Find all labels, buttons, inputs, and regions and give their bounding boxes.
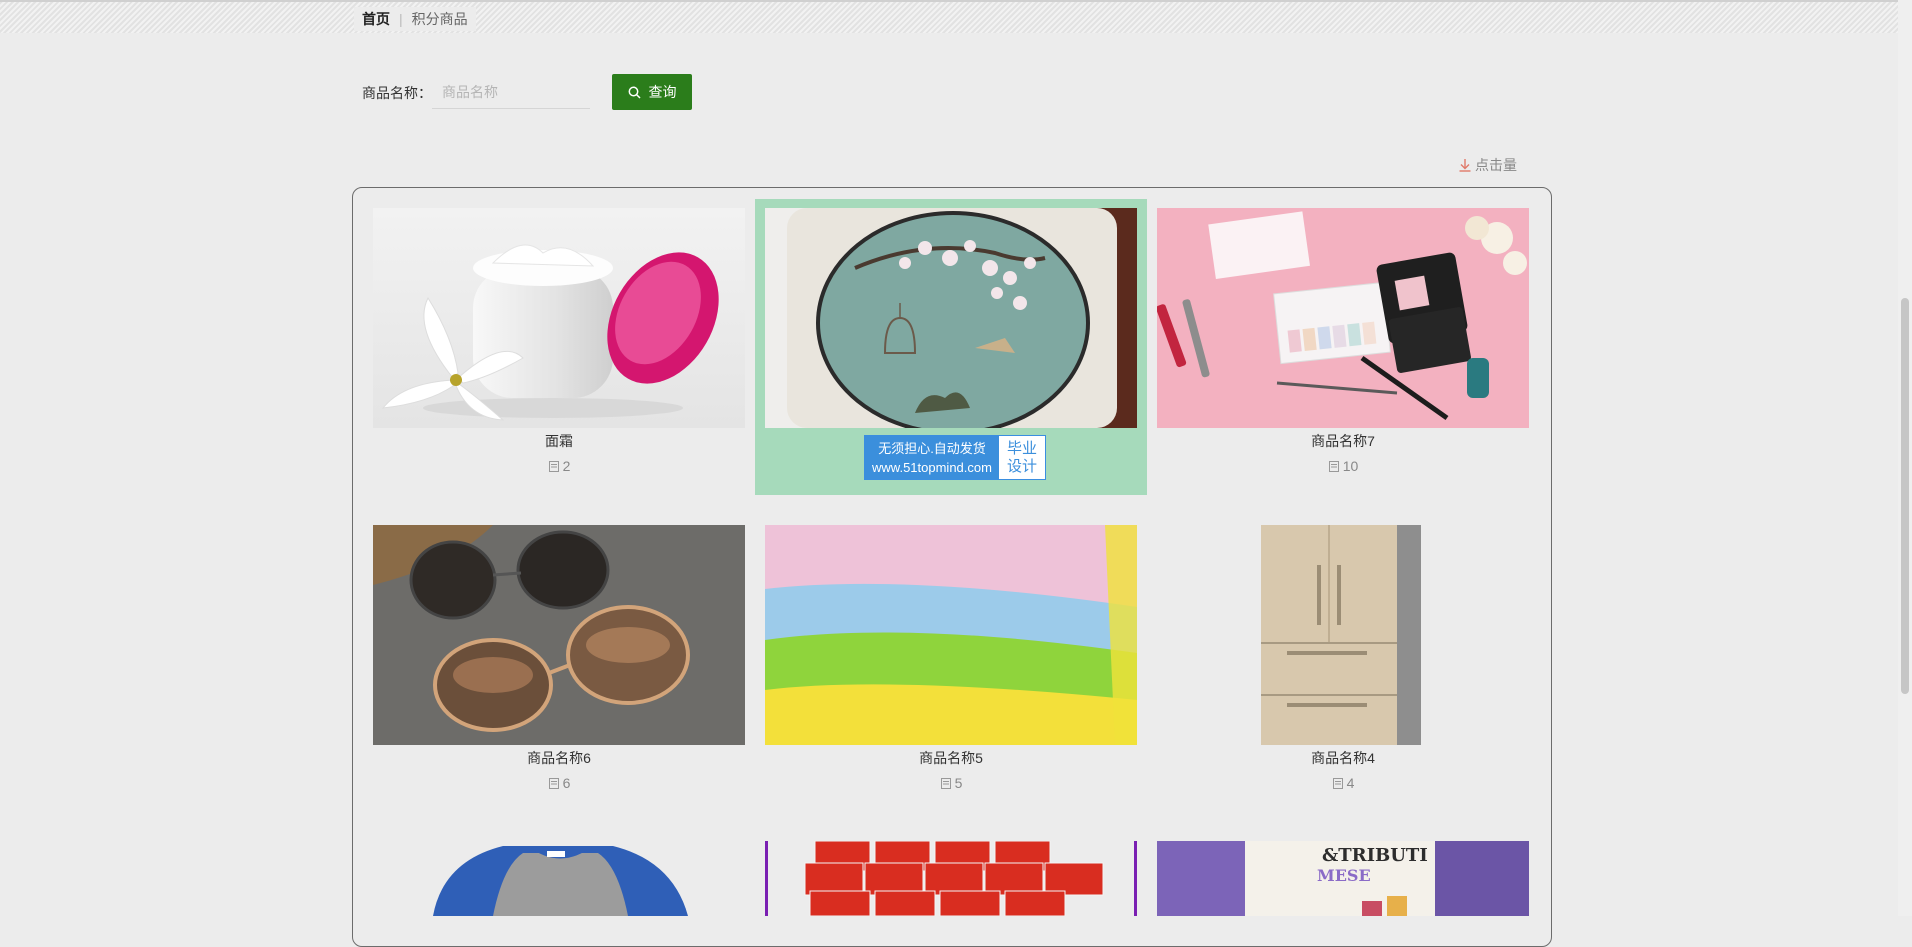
download-arrow-icon — [1458, 158, 1472, 172]
click-count-value: 10 — [1342, 458, 1359, 474]
search-input[interactable] — [432, 75, 590, 109]
product-name: 商品名称4 — [1311, 750, 1375, 766]
clicks-icon — [940, 777, 953, 790]
promo-text: 无须担心.自动发货 www.51topmind.com — [865, 436, 999, 479]
breadcrumb-current: 积分商品 — [411, 11, 468, 27]
magazine-title: &TRIBUTI — [1322, 845, 1428, 866]
clicks-icon — [1328, 460, 1341, 473]
clicks-icon — [548, 460, 561, 473]
search-label: 商品名称： — [362, 85, 432, 101]
click-count: 4 — [1157, 775, 1529, 791]
product-image-magazine[interactable]: &TRIBUTI MESE — [1157, 841, 1529, 916]
product-name: 商品名称6 — [527, 750, 591, 766]
clicks-icon — [548, 777, 561, 790]
click-count: 5 — [765, 775, 1137, 791]
page-scrollbar[interactable] — [1898, 0, 1912, 916]
product-image-refrigerator[interactable] — [1157, 525, 1529, 745]
product-image-makeup[interactable] — [1157, 208, 1529, 428]
product-name: 面霜 — [545, 433, 573, 449]
click-count-value: 6 — [562, 775, 571, 791]
top-strip — [0, 0, 1912, 33]
product-image-towels[interactable] — [765, 525, 1137, 745]
clicks-icon — [1332, 777, 1345, 790]
breadcrumb-home-link[interactable]: 首页 — [362, 9, 390, 29]
click-count-value: 4 — [1346, 775, 1355, 791]
product-image-sunglasses[interactable] — [373, 525, 745, 745]
breadcrumb-separator: | — [399, 11, 403, 27]
promo-line1: 无须担心.自动发货 — [878, 440, 986, 456]
click-count: 6 — [373, 775, 745, 791]
sort-label: 点击量 — [1475, 157, 1517, 173]
promo-banner[interactable]: 无须担心.自动发货 www.51topmind.com 毕业 设计 — [864, 435, 1046, 480]
click-count: 2 — [373, 458, 745, 474]
click-count-value: 5 — [954, 775, 963, 791]
click-count-value: 2 — [562, 458, 571, 474]
product-name: 商品名称7 — [1311, 433, 1375, 449]
promo-url: www.51topmind.com — [872, 459, 992, 475]
click-count: 10 — [1157, 458, 1529, 474]
product-image-shirt[interactable] — [373, 841, 745, 916]
scrollbar-thumb[interactable] — [1901, 298, 1909, 694]
breadcrumb: 首页 | 积分商品 — [354, 7, 476, 31]
product-image-wangzai[interactable] — [765, 841, 1137, 916]
sort-by-clicks-button[interactable]: 点击量 — [1458, 155, 1517, 175]
product-name: 商品名称5 — [919, 750, 983, 766]
product-image-cream[interactable] — [373, 208, 745, 428]
product-image-cushion[interactable] — [765, 208, 1137, 428]
search-button[interactable]: 查询 — [612, 74, 692, 110]
search-button-label: 查询 — [648, 84, 677, 100]
promo-badge-line1: 毕业 — [1006, 439, 1037, 457]
promo-badge: 毕业 设计 — [999, 436, 1045, 479]
magazine-subtitle: MESE — [1317, 866, 1371, 885]
search-icon — [628, 86, 641, 99]
promo-badge-line2: 设计 — [1006, 457, 1037, 475]
